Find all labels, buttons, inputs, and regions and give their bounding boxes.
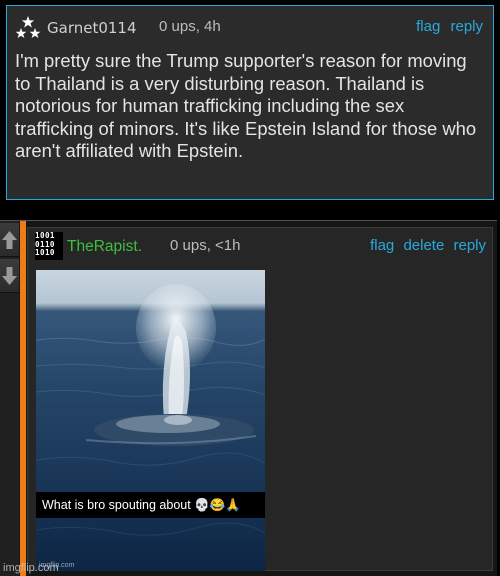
upvote-button[interactable]: [0, 223, 19, 257]
reply-actions: flag delete reply: [365, 237, 486, 254]
reply-comment: 1001 0110 1010 TheRapist. 0 ups, <1h fla…: [0, 220, 497, 576]
reply-indicator-bar: [20, 221, 26, 576]
avatar-code-row: 1010: [35, 248, 55, 258]
reply-panel: 1001 0110 1010 TheRapist. 0 ups, <1h fla…: [27, 227, 493, 571]
parent-meta: 0 ups, 4h: [159, 18, 221, 35]
reply-delete-link[interactable]: delete: [403, 237, 444, 254]
reply-meta: 0 ups, <1h: [170, 237, 241, 254]
parent-actions: flag reply: [410, 18, 483, 35]
parent-comment: Garnet0114 0 ups, 4h flag reply I'm pret…: [6, 5, 494, 200]
parent-reply-link[interactable]: reply: [450, 18, 483, 35]
parent-comment-header: Garnet0114 0 ups, 4h flag reply: [15, 15, 485, 39]
meme-caption: What is bro spouting about 💀😂🙏: [36, 492, 265, 518]
vote-column: [0, 221, 19, 576]
site-watermark: imgflip.com: [3, 562, 59, 574]
reply-flag-link[interactable]: flag: [370, 237, 394, 254]
up-arrow-icon: [2, 231, 17, 249]
binary-avatar-icon[interactable]: 1001 0110 1010: [35, 232, 63, 260]
meme-image[interactable]: What is bro spouting about 💀😂🙏 imgflip.c…: [36, 270, 265, 571]
parent-username[interactable]: Garnet0114: [47, 19, 137, 37]
reply-username[interactable]: TheRapist.: [67, 238, 142, 256]
down-arrow-icon: [2, 267, 17, 285]
parent-flag-link[interactable]: flag: [416, 18, 440, 35]
reply-reply-link[interactable]: reply: [453, 237, 486, 254]
whale-spout-image: [36, 284, 265, 571]
stars-avatar-icon[interactable]: [15, 15, 41, 41]
parent-comment-body: I'm pretty sure the Trump supporter's re…: [15, 50, 477, 162]
downvote-button[interactable]: [0, 259, 19, 293]
